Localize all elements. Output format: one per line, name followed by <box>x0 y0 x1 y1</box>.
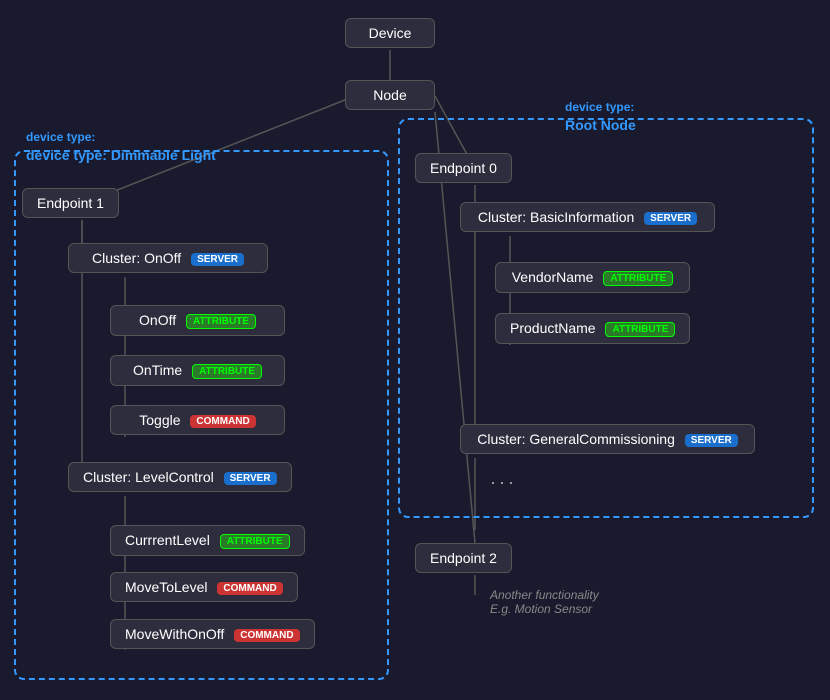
item-movetolevel-cmd: MoveToLevel COMMAND <box>110 572 298 602</box>
item-movetolevel-label: MoveToLevel <box>125 579 208 595</box>
item-vendorname-badge: ATTRIBUTE <box>603 271 673 286</box>
item-movewithonoff-label: MoveWithOnOff <box>125 626 224 642</box>
cluster-basicinfo-badge: SERVER <box>644 212 697 225</box>
item-toggle-badge: COMMAND <box>190 415 255 428</box>
item-productname-badge: ATTRIBUTE <box>605 322 675 337</box>
item-toggle-cmd: Toggle COMMAND <box>110 405 285 435</box>
node-label: Node <box>373 87 406 103</box>
cluster-generalcomm-label: Cluster: GeneralCommissioning <box>477 431 675 447</box>
cluster-basicinfo: Cluster: BasicInformation SERVER <box>460 202 715 232</box>
cluster-levelcontrol-label: Cluster: LevelControl <box>83 469 214 485</box>
cluster-generalcomm-badge: SERVER <box>685 434 738 447</box>
cluster-levelcontrol: Cluster: LevelControl SERVER <box>68 462 292 492</box>
cluster-onoff-badge: SERVER <box>191 253 244 266</box>
item-onoff-badge: ATTRIBUTE <box>186 314 256 329</box>
item-currlevel-badge: ATTRIBUTE <box>220 534 290 549</box>
item-onoff-label: OnOff <box>139 312 176 328</box>
endpoint-1: Endpoint 1 <box>22 188 119 218</box>
endpoint-0: Endpoint 0 <box>415 153 512 183</box>
item-movewithonoff-cmd: MoveWithOnOff COMMAND <box>110 619 315 649</box>
device-label: Device <box>369 25 412 41</box>
node-node: Node <box>345 80 435 110</box>
item-productname-label: ProductName <box>510 320 596 336</box>
cluster-levelcontrol-badge: SERVER <box>224 472 277 485</box>
item-ontime-attr: OnTime ATTRIBUTE <box>110 355 285 386</box>
cluster-onoff-label: Cluster: OnOff <box>92 250 181 266</box>
item-vendorname-attr: VendorName ATTRIBUTE <box>495 262 690 293</box>
item-currlevel-label: CurrrentLevel <box>125 532 210 548</box>
region-root-node-label: device type:Root Node <box>565 100 636 134</box>
item-movewithonoff-badge: COMMAND <box>234 629 299 642</box>
diagram-container: device type:device type: Dimmable Light … <box>0 0 830 700</box>
another-functionality-text: Another functionality E.g. Motion Sensor <box>490 588 599 616</box>
item-productname-attr: ProductName ATTRIBUTE <box>495 313 690 344</box>
item-currlevel-attr: CurrrentLevel ATTRIBUTE <box>110 525 305 556</box>
cluster-basicinfo-label: Cluster: BasicInformation <box>478 209 634 225</box>
region-dimmable-light-label: device type:device type: Dimmable Light <box>26 130 216 164</box>
device-node: Device <box>345 18 435 48</box>
endpoint-2: Endpoint 2 <box>415 543 512 573</box>
item-onoff-attr: OnOff ATTRIBUTE <box>110 305 285 336</box>
item-vendorname-label: VendorName <box>512 269 594 285</box>
item-toggle-label: Toggle <box>139 412 180 428</box>
dots-indicator: ··· <box>490 472 517 493</box>
cluster-generalcomm: Cluster: GeneralCommissioning SERVER <box>460 424 755 454</box>
item-movetolevel-badge: COMMAND <box>217 582 282 595</box>
item-ontime-label: OnTime <box>133 362 182 378</box>
item-ontime-badge: ATTRIBUTE <box>192 364 262 379</box>
cluster-onoff: Cluster: OnOff SERVER <box>68 243 268 273</box>
